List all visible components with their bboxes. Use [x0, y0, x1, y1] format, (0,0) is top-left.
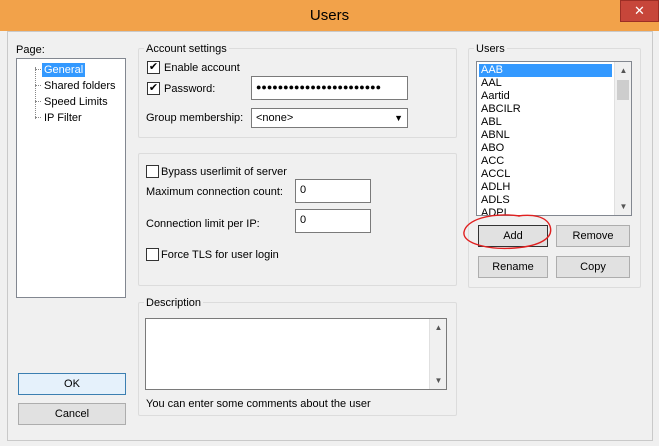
description-textarea[interactable]: ▲ ▼ [145, 318, 447, 390]
tree-connector [35, 67, 36, 119]
per-ip-limit-input[interactable]: 0 [295, 209, 371, 233]
account-settings-title: Account settings [144, 43, 229, 55]
max-connection-input[interactable]: 0 [295, 179, 371, 203]
cancel-button[interactable]: Cancel [18, 403, 126, 425]
tree-item-ip-filter[interactable]: IP Filter [42, 111, 84, 125]
user-list-item[interactable]: Aartid [479, 90, 612, 103]
users-listbox[interactable]: AAB AAL Aartid ABCILR ABL ABNL ABO ACC A… [476, 61, 632, 216]
password-checkbox[interactable]: ✔ [147, 82, 160, 95]
group-membership-value: <none> [256, 112, 294, 124]
close-button[interactable]: ✕ [620, 0, 659, 22]
scroll-up-icon[interactable]: ▲ [615, 62, 631, 79]
force-tls-checkbox[interactable] [146, 248, 159, 261]
force-tls-label: Force TLS for user login [161, 249, 279, 261]
password-field[interactable]: ●●●●●●●●●●●●●●●●●●●●●●● [251, 76, 408, 100]
tree-item-speed-limits[interactable]: Speed Limits [42, 95, 110, 109]
description-title: Description [144, 297, 204, 309]
password-label: Password: [164, 83, 216, 95]
user-list-item[interactable]: ABCILR [479, 103, 612, 116]
bypass-userlimit-checkbox[interactable] [146, 165, 159, 178]
user-list-item[interactable]: ACC [479, 155, 612, 168]
user-list-item[interactable]: ABO [479, 142, 612, 155]
tree-connector [35, 69, 41, 70]
bypass-userlimit-label: Bypass userlimit of server [161, 166, 287, 178]
enable-account-label: Enable account [164, 62, 240, 74]
copy-user-button[interactable]: Copy [556, 256, 630, 278]
window-title: Users [309, 7, 350, 24]
annotation-circle [463, 214, 552, 250]
users-title: Users [474, 43, 507, 55]
description-scrollbar[interactable]: ▲ ▼ [429, 319, 446, 389]
ok-button[interactable]: OK [18, 373, 126, 395]
user-list-item[interactable]: ABNL [479, 129, 612, 142]
user-list-item[interactable]: ADLH [479, 181, 612, 194]
rename-user-button[interactable]: Rename [478, 256, 548, 278]
close-icon: ✕ [634, 3, 645, 18]
remove-user-button[interactable]: Remove [556, 225, 630, 247]
group-membership-select[interactable]: <none> ▼ [251, 108, 408, 128]
user-list-item[interactable]: AAL [479, 77, 612, 90]
user-list-item[interactable]: ABL [479, 116, 612, 129]
tree-connector [35, 85, 41, 86]
page-tree: General Shared folders Speed Limits IP F… [16, 58, 126, 298]
tree-item-general[interactable]: General [42, 63, 86, 77]
chevron-down-icon: ▼ [394, 113, 403, 123]
user-list-item[interactable]: ACCL [479, 168, 612, 181]
users-scrollbar[interactable]: ▲ ▼ [614, 62, 631, 215]
scroll-thumb[interactable] [617, 80, 629, 100]
group-membership-label: Group membership: [146, 112, 244, 124]
enable-account-checkbox[interactable]: ✔ [147, 61, 160, 74]
tree-item-shared-folders[interactable]: Shared folders [42, 79, 118, 93]
max-connection-label: Maximum connection count: [146, 186, 283, 198]
tree-connector [35, 117, 41, 118]
scroll-down-icon[interactable]: ▼ [430, 372, 447, 389]
per-ip-limit-label: Connection limit per IP: [146, 218, 260, 230]
description-hint: You can enter some comments about the us… [146, 398, 371, 410]
user-list-item[interactable]: ADLS [479, 194, 612, 207]
tree-connector [35, 101, 41, 102]
page-label: Page: [16, 44, 45, 56]
user-list-item[interactable]: AAB [479, 64, 612, 77]
scroll-down-icon[interactable]: ▼ [615, 198, 631, 215]
scroll-up-icon[interactable]: ▲ [430, 319, 447, 336]
